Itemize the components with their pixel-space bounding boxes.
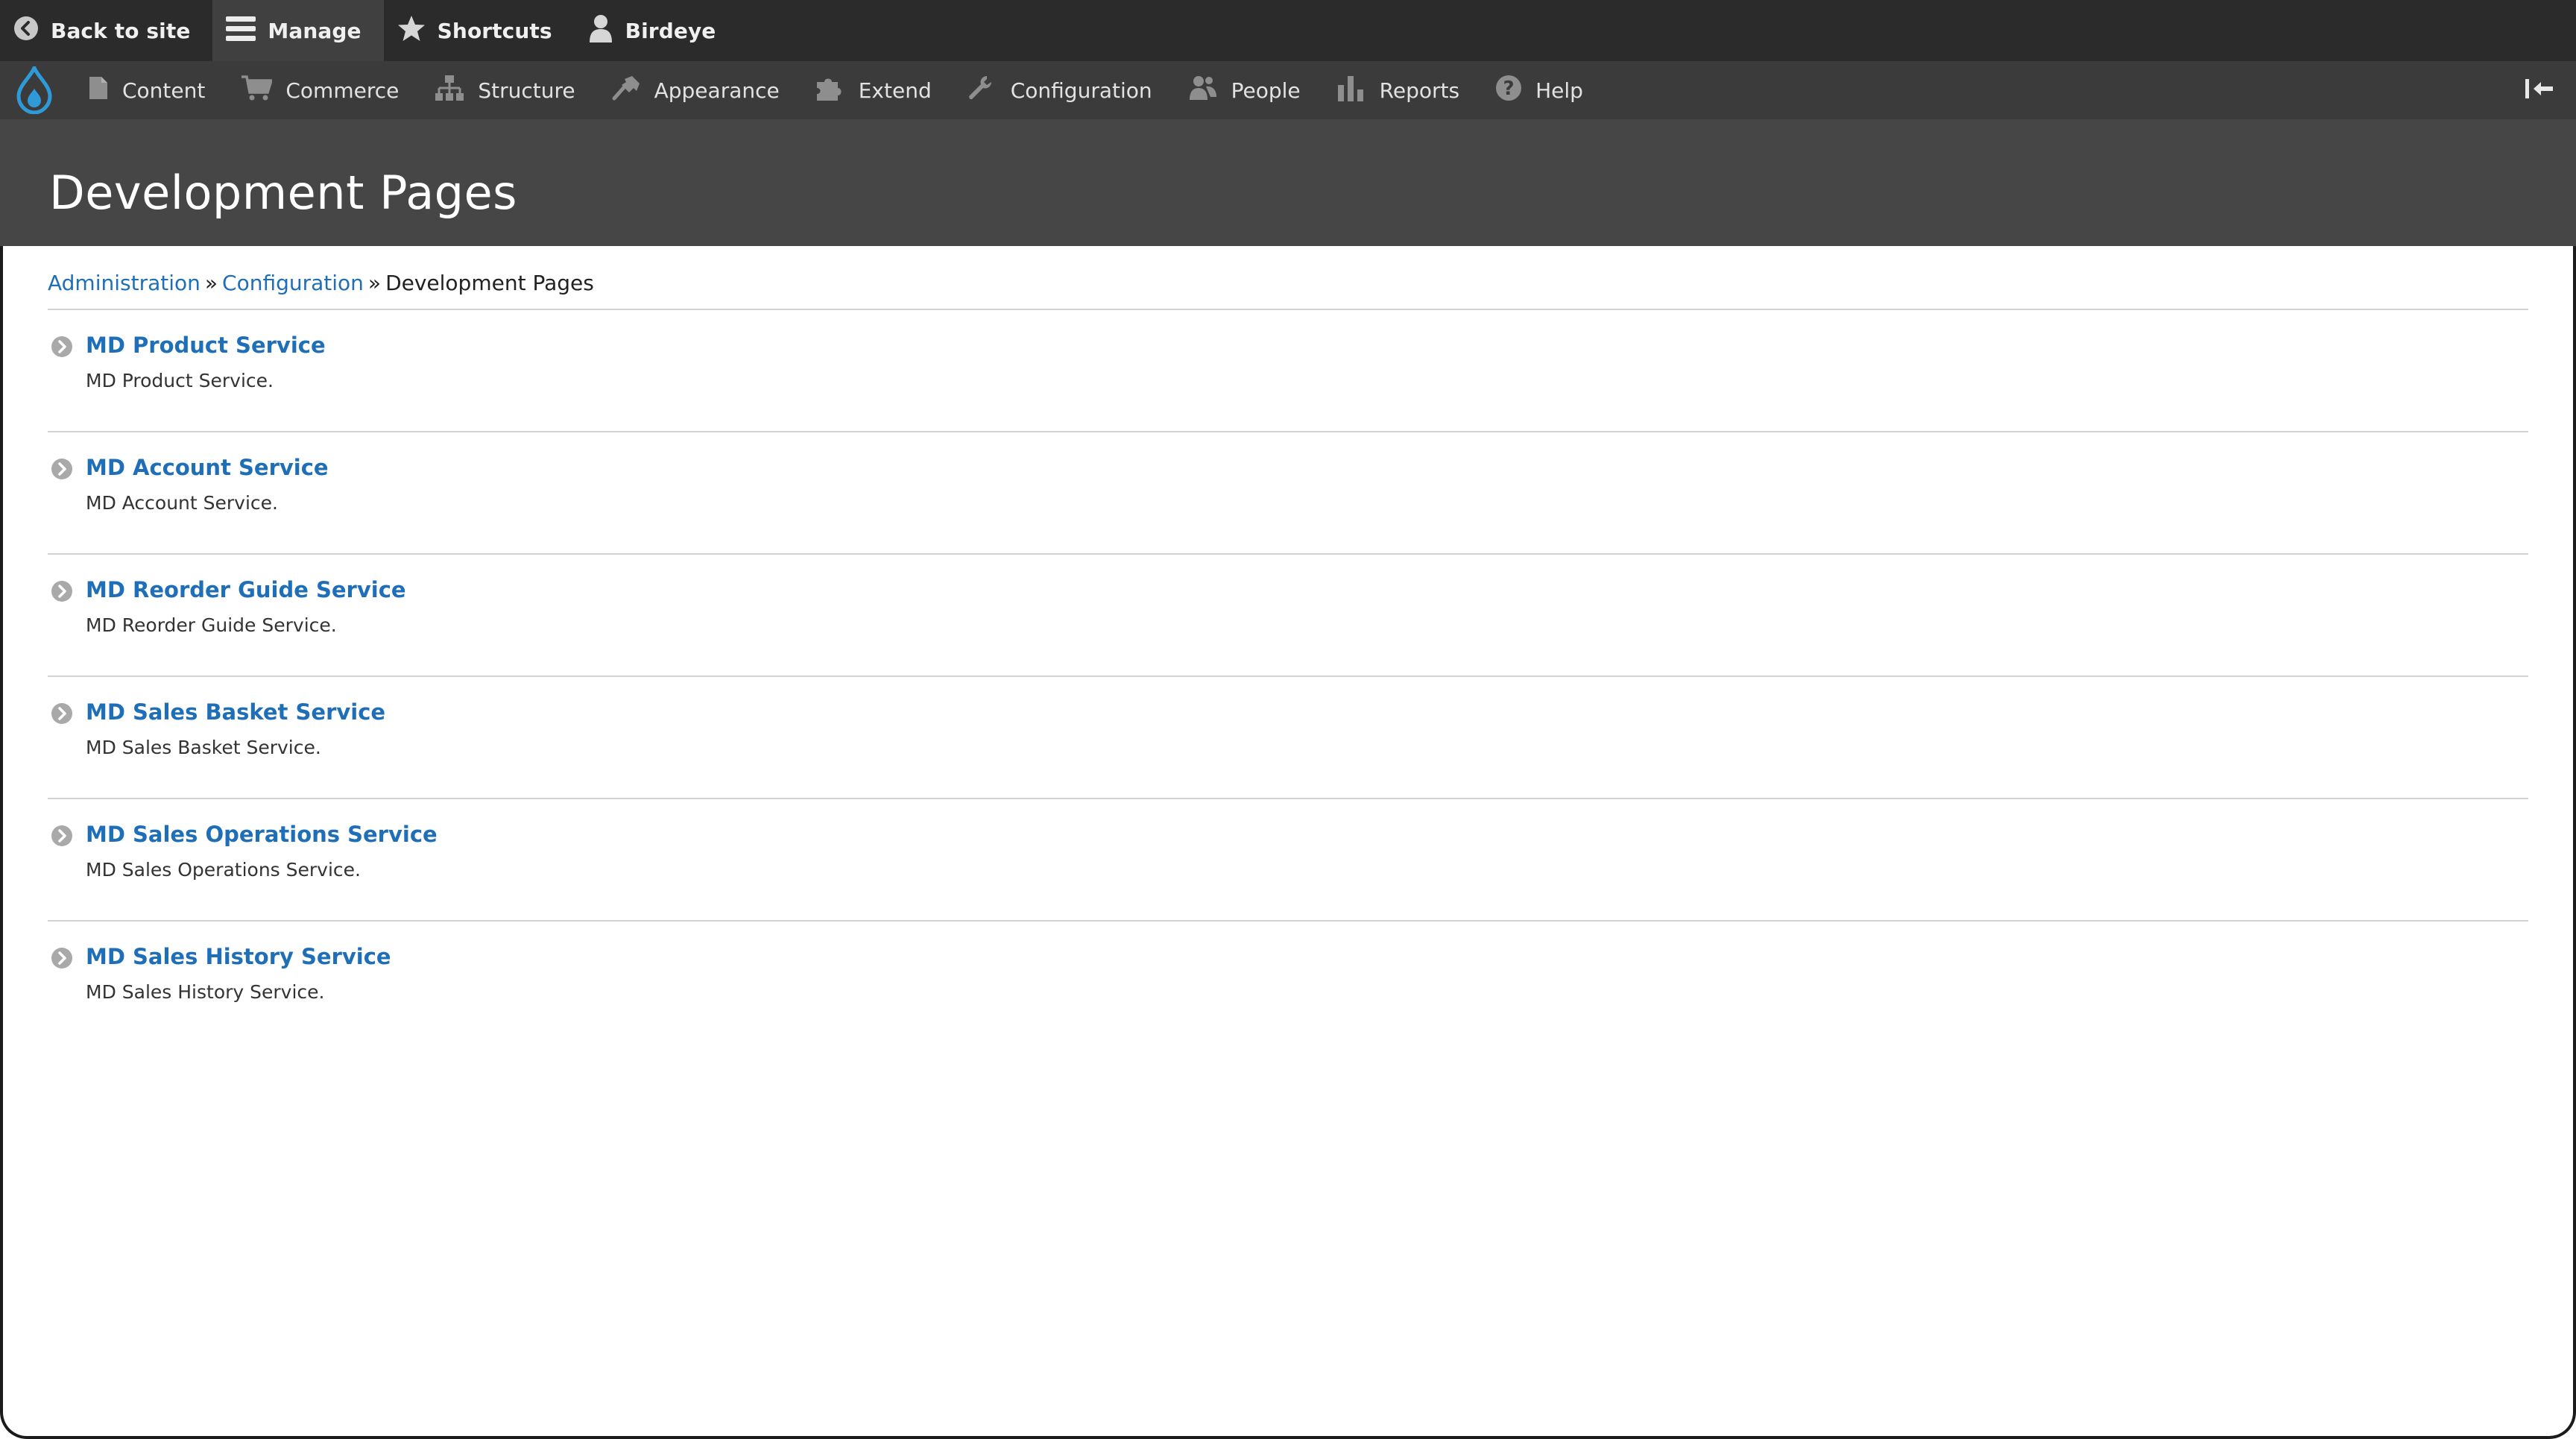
admin-item-link[interactable]: MD Account Service <box>86 455 329 480</box>
tray-item-structure[interactable]: Structure <box>415 61 591 119</box>
tray-item-reports[interactable]: Reports <box>1317 61 1476 119</box>
back-arrow-icon <box>13 16 51 46</box>
tray-orientation-toggle[interactable] <box>2513 61 2566 119</box>
admin-item-description: MD Sales Operations Service. <box>86 859 361 881</box>
breadcrumb-configuration[interactable]: Configuration <box>222 271 364 295</box>
page-title: Development Pages <box>49 166 517 220</box>
tray-item-label: Content <box>122 78 206 103</box>
svg-text:?: ? <box>1503 78 1515 100</box>
admin-item-link[interactable]: MD Reorder Guide Service <box>86 577 406 602</box>
list-item: MD Product Service MD Product Service. <box>48 310 2528 432</box>
bar-chart-icon <box>1336 75 1380 107</box>
brush-icon <box>611 75 654 107</box>
back-to-site-label: Back to site <box>51 18 191 43</box>
main-content: Administration» Configuration» Development… <box>48 246 2528 1042</box>
breadcrumb: Administration» Configuration» Development… <box>48 246 2528 310</box>
tray-item-label: Reports <box>1379 78 1460 103</box>
tray-item-label: Structure <box>478 78 575 103</box>
shortcuts-tab[interactable]: Shortcuts <box>384 0 575 61</box>
chevron-right-icon <box>51 580 73 602</box>
browser-frame: Back to site Manage Shortcuts Birdeye Co… <box>0 0 2576 1439</box>
chevron-right-icon <box>51 336 73 358</box>
tray-item-label: Commerce <box>285 78 400 103</box>
manage-tray: Content Commerce Structure Appearance Ex… <box>0 61 2576 119</box>
chevron-right-icon <box>51 458 73 480</box>
shortcuts-label: Shortcuts <box>437 18 552 43</box>
admin-item-link[interactable]: MD Sales Operations Service <box>86 822 438 847</box>
tray-item-extend[interactable]: Extend <box>796 61 948 119</box>
tray-item-help[interactable]: ? Help <box>1476 61 1600 119</box>
list-item: MD Account Service MD Account Service. <box>48 432 2528 555</box>
list-item: MD Sales Operations Service MD Sales Ope… <box>48 799 2528 922</box>
tray-item-label: Extend <box>858 78 932 103</box>
admin-item-link[interactable]: MD Sales History Service <box>86 944 391 969</box>
admin-item-description: MD Sales Basket Service. <box>86 737 321 758</box>
breadcrumb-separator: » <box>367 271 382 295</box>
tray-item-label: Configuration <box>1010 78 1152 103</box>
list-item: MD Sales Basket Service MD Sales Basket … <box>48 677 2528 799</box>
sitemap-icon <box>435 75 478 107</box>
list-item: MD Reorder Guide Service MD Reorder Guid… <box>48 555 2528 677</box>
user-icon <box>588 14 625 48</box>
drupal-drop-icon[interactable] <box>0 61 69 119</box>
people-icon <box>1188 75 1231 107</box>
admin-item-description: MD Reorder Guide Service. <box>86 614 337 636</box>
tray-item-commerce[interactable]: Commerce <box>221 61 415 119</box>
list-item: MD Sales History Service MD Sales Histor… <box>48 922 2528 1042</box>
wrench-icon <box>967 75 1011 107</box>
admin-item-description: MD Account Service. <box>86 492 278 514</box>
chevron-right-icon <box>51 947 73 969</box>
back-to-site-link[interactable]: Back to site <box>0 0 212 61</box>
document-icon <box>88 75 122 106</box>
tray-item-appearance[interactable]: Appearance <box>592 61 796 119</box>
user-label: Birdeye <box>625 18 716 43</box>
tray-item-people[interactable]: People <box>1169 61 1317 119</box>
star-icon <box>397 15 438 47</box>
tray-item-label: People <box>1231 78 1301 103</box>
breadcrumb-administration[interactable]: Administration <box>48 271 201 295</box>
breadcrumb-separator: » <box>204 271 218 295</box>
admin-item-description: MD Sales History Service. <box>86 981 325 1003</box>
admin-item-description: MD Product Service. <box>86 370 274 391</box>
breadcrumb-current: Development Pages <box>385 271 594 295</box>
tray-item-label: Help <box>1535 78 1583 103</box>
tray-item-configuration[interactable]: Configuration <box>948 61 1169 119</box>
user-tab[interactable]: Birdeye <box>575 0 739 61</box>
tray-item-content[interactable]: Content <box>69 61 221 119</box>
help-icon: ? <box>1495 75 1535 107</box>
page-header: Development Pages <box>0 119 2576 246</box>
puzzle-icon <box>815 75 859 107</box>
admin-toolbar: Back to site Manage Shortcuts Birdeye <box>0 0 2576 61</box>
manage-label: Manage <box>268 18 362 43</box>
cart-icon <box>241 75 285 107</box>
hamburger-menu-icon <box>226 15 268 47</box>
chevron-right-icon <box>51 825 73 847</box>
chevron-right-icon <box>51 702 73 725</box>
admin-item-link[interactable]: MD Sales Basket Service <box>86 699 385 725</box>
collapse-left-icon <box>2525 78 2554 103</box>
tray-item-label: Appearance <box>654 78 780 103</box>
manage-tab[interactable]: Manage <box>212 0 384 61</box>
admin-item-link[interactable]: MD Product Service <box>86 333 326 358</box>
